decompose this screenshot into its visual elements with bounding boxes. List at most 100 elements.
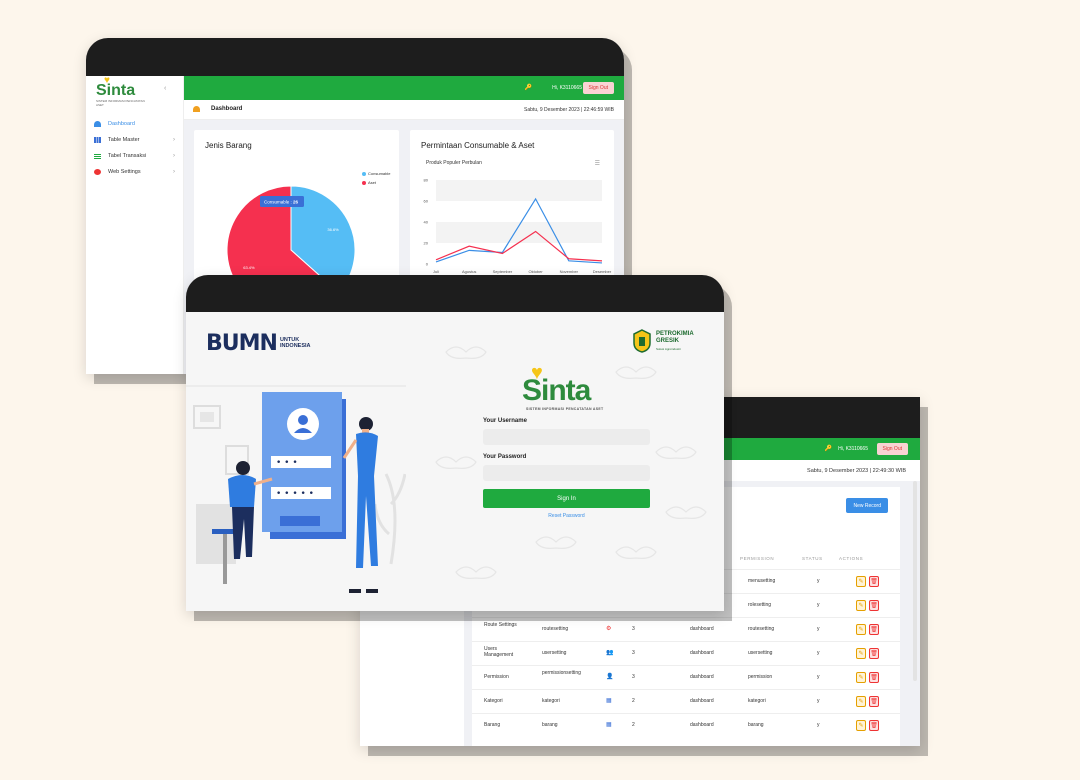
username-label: Your Username: [483, 418, 527, 424]
edit-button[interactable]: ✎: [856, 624, 866, 635]
app-logo: ♥ Sinta: [96, 75, 136, 99]
x-tick-label: Oktober: [528, 269, 543, 274]
delete-button[interactable]: 🗑: [869, 576, 879, 587]
menu-icon-preview: ▦: [606, 722, 612, 728]
cell-name: Kategori: [484, 698, 503, 704]
delete-button[interactable]: 🗑: [869, 672, 879, 683]
page-title: Dashboard: [211, 106, 243, 112]
edit-button[interactable]: ✎: [856, 720, 866, 731]
cell-parent: dashboard: [690, 722, 714, 728]
svg-text:Consumable : 26: Consumable : 26: [264, 200, 299, 205]
sign-out-button[interactable]: Sign Out: [876, 443, 908, 455]
sidebar-item-table-master[interactable]: Table Master ›: [86, 132, 184, 148]
scrollbar[interactable]: [913, 481, 917, 681]
sign-out-button[interactable]: Sign Out: [582, 82, 614, 94]
password-label: Your Password: [483, 454, 527, 460]
column-header-status: STATUS: [802, 556, 823, 561]
app-subtitle: SISTEM INFORMASI PENCATATAN ASET: [526, 407, 604, 411]
edit-button[interactable]: ✎: [856, 672, 866, 683]
cell-permission: routesetting: [748, 626, 775, 632]
cell-status: y: [817, 602, 820, 608]
cell-name: Users Management: [484, 646, 514, 658]
petrokimia-logo: PETROKIMIA GRESIK Solusi Agroindustri: [632, 327, 702, 353]
sidebar-item-web-settings[interactable]: Web Settings ›: [86, 164, 184, 180]
page-header: Dashboard Sabtu, 9 Desember 2023 | 22:46…: [184, 100, 624, 120]
chevron-right-icon: ›: [173, 153, 175, 159]
cell-permission: rolesetting: [748, 602, 772, 608]
window-title-bar: [186, 275, 724, 312]
y-tick-label: 20: [424, 241, 429, 246]
cell-order: 3: [632, 626, 635, 632]
reset-password-link[interactable]: Reset Password: [483, 513, 650, 519]
menu-icon-preview: 👥: [606, 650, 614, 656]
datetime: Sabtu, 9 Desember 2023 | 22:49:30 WIB: [807, 468, 906, 474]
logo-subtitle: SISTEM INFORMASI PENCATATAN ASET: [96, 99, 145, 107]
dashboard-icon: [94, 121, 101, 127]
cell-status: y: [817, 674, 820, 680]
sidebar-item-tabel-transaksi[interactable]: Tabel Transaksi ›: [86, 148, 184, 164]
cell-permission: permission: [748, 674, 773, 680]
delete-button[interactable]: 🗑: [869, 624, 879, 635]
column-header-actions: ACTIONS: [839, 556, 864, 561]
datetime: Sabtu, 9 Desember 2023 | 22:46:59 WIB: [524, 107, 614, 113]
edit-button[interactable]: ✎: [856, 600, 866, 611]
window-title-bar: [86, 38, 624, 76]
cell-permission: menusetting: [748, 578, 776, 584]
svg-text:• • • • •: • • • • •: [276, 489, 314, 499]
edit-button[interactable]: ✎: [856, 648, 866, 659]
x-tick-label: November: [560, 269, 579, 274]
grid-band: [436, 180, 602, 201]
table-row: Kategori kategori ▦ 2 dashboard kategori y ✎ 🗑: [472, 689, 900, 713]
table-row: Permission permissionsetting 👤 3 dashboard pe…: [472, 665, 900, 689]
pie-slice-label: 63.4%: [243, 265, 255, 270]
cell-parent: dashboard: [690, 674, 714, 680]
cell-parent: dashboard: [690, 650, 714, 656]
menu-icon-preview: ▦: [606, 698, 612, 704]
cell-name: Barang: [484, 722, 501, 728]
user-greeting: Hi, K3110665: [838, 446, 868, 452]
y-tick-label: 60: [424, 199, 429, 204]
cell-route: routesetting: [542, 626, 569, 632]
sign-in-button[interactable]: Sign In: [483, 489, 650, 508]
grid-icon: [94, 137, 101, 143]
login-window: BUMN UNTUK INDONESIA PETROKIMIA GRESIK Sol…: [186, 275, 724, 611]
x-tick-label: Desember: [593, 269, 612, 274]
cell-permission: kategori: [748, 698, 766, 704]
sidebar-item-dashboard[interactable]: Dashboard: [86, 116, 184, 132]
delete-button[interactable]: 🗑: [869, 720, 879, 731]
cell-status: y: [817, 698, 820, 704]
x-tick-label: September: [493, 269, 513, 274]
edit-button[interactable]: ✎: [856, 696, 866, 707]
sidebar-nav: Dashboard Table Master › Tabel Transaksi…: [86, 116, 184, 180]
list-icon: [94, 153, 101, 159]
cell-parent: dashboard: [690, 698, 714, 704]
sidebar: ♥ Sinta SISTEM INFORMASI PENCATATAN ASET …: [86, 75, 184, 374]
login-body: BUMN UNTUK INDONESIA PETROKIMIA GRESIK Sol…: [186, 312, 724, 611]
username-input[interactable]: [483, 429, 650, 445]
cell-route: kategori: [542, 698, 560, 704]
new-record-button[interactable]: New Record: [846, 498, 888, 513]
password-input[interactable]: [483, 465, 650, 481]
delete-button[interactable]: 🗑: [869, 696, 879, 707]
pie-slice-label: 36.6%: [327, 227, 339, 232]
chart-tooltip: Consumable : 26: [260, 196, 304, 207]
petrokimia-emblem-icon: [633, 329, 651, 353]
table-row: Route Settings routesetting ⚙ 3 dashboard rou…: [472, 617, 900, 641]
column-header-permission: PERMISSION: [740, 556, 775, 561]
card-title: Permintaan Consumable & Aset: [421, 141, 535, 150]
delete-button[interactable]: 🗑: [869, 600, 879, 611]
menu-icon[interactable]: ☰: [595, 160, 600, 167]
user-greeting: Hi, K3110665: [552, 85, 582, 91]
dashboard-icon: [193, 106, 200, 112]
cell-name: Permission: [484, 674, 509, 680]
delete-button[interactable]: 🗑: [869, 648, 879, 659]
collapse-sidebar-icon[interactable]: ‹: [164, 85, 166, 92]
cell-name: Route Settings: [484, 622, 517, 628]
cell-status: y: [817, 650, 820, 656]
edit-button[interactable]: ✎: [856, 576, 866, 587]
bumn-logo: BUMN UNTUK INDONESIA: [206, 330, 311, 356]
cell-status: y: [817, 722, 820, 728]
x-tick-label: Juli: [433, 269, 439, 274]
cell-status: y: [817, 578, 820, 584]
cell-status: y: [817, 626, 820, 632]
